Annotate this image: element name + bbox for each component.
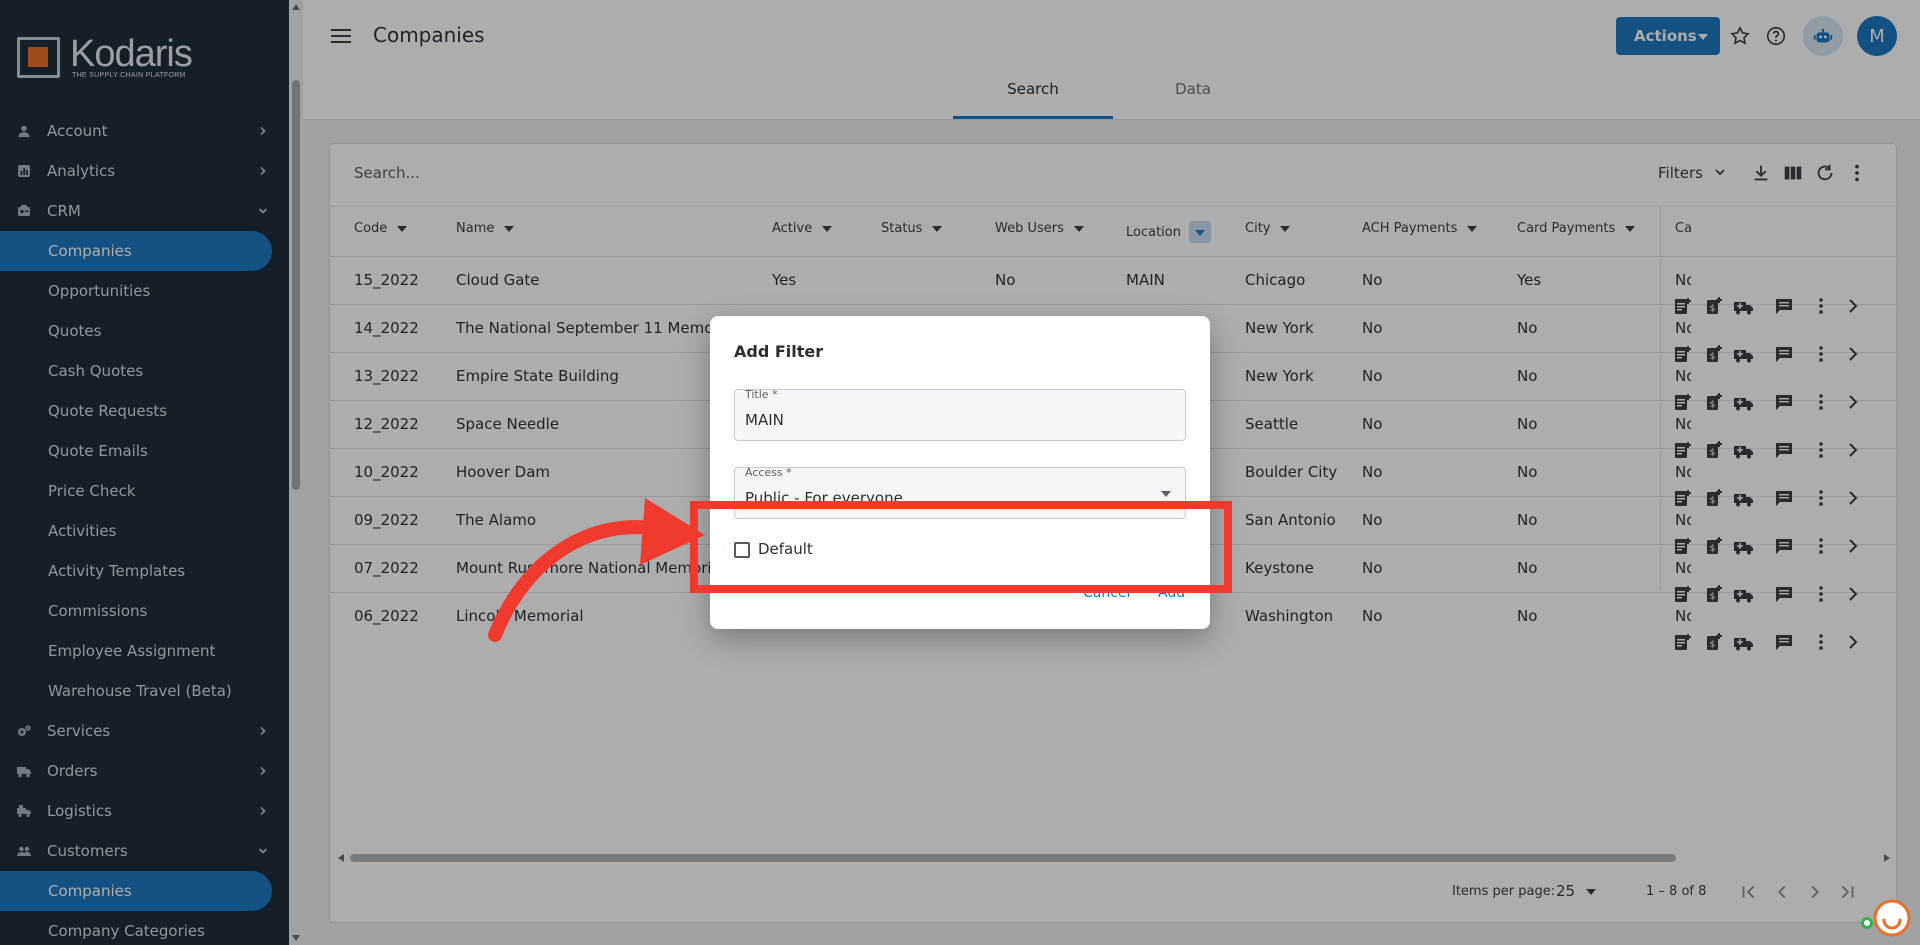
title-field-value[interactable]: MAIN xyxy=(745,411,784,429)
add-filter-dialog: Add Filter Title * MAIN Access * Public … xyxy=(710,316,1210,629)
dialog-title: Add Filter xyxy=(734,342,824,361)
access-field-label: Access * xyxy=(745,466,792,479)
cancel-button[interactable]: Cancel xyxy=(1083,585,1130,601)
add-button[interactable]: Add xyxy=(1158,585,1185,601)
title-field-label: Title * xyxy=(745,388,778,401)
title-field[interactable]: Title * MAIN xyxy=(734,388,1186,441)
default-checkbox-label[interactable]: Default xyxy=(758,540,813,558)
default-checkbox[interactable] xyxy=(734,542,750,558)
chat-support-icon[interactable] xyxy=(1872,898,1912,938)
access-select[interactable]: Access * Public - For everyone xyxy=(734,466,1186,519)
access-field-value[interactable]: Public - For everyone xyxy=(745,489,903,507)
chevron-down-icon[interactable] xyxy=(1161,491,1171,497)
